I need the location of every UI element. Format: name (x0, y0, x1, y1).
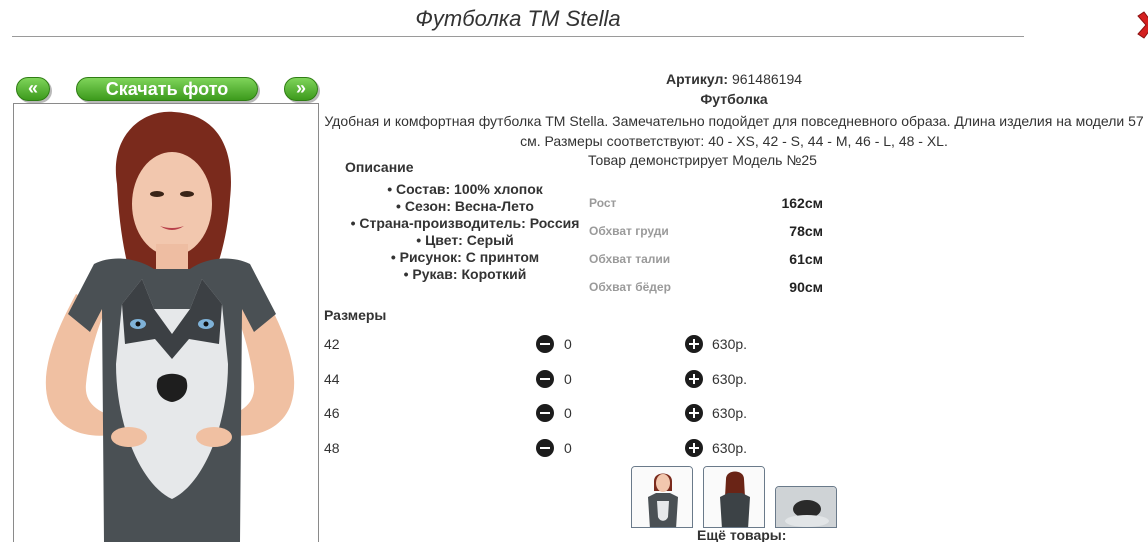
next-photo-button[interactable]: » (284, 77, 318, 101)
prev-photo-button[interactable]: « (16, 77, 50, 101)
sizes-heading: Размеры (324, 307, 387, 323)
measurement-label-waist: Обхват талии (589, 252, 671, 266)
plus-icon[interactable] (685, 404, 703, 422)
size-label: 46 (324, 405, 340, 421)
size-label: 42 (324, 336, 340, 352)
size-price: 630р. (712, 336, 748, 352)
plus-icon[interactable] (685, 370, 703, 388)
measurement-value-chest: 78см (789, 223, 823, 239)
quantity-value: 0 (564, 371, 572, 387)
minus-icon[interactable] (536, 439, 554, 457)
close-icon[interactable] (1134, 8, 1148, 42)
thumbnail-back[interactable] (703, 466, 765, 528)
spec-item: Состав: 100% хлопок (340, 181, 590, 198)
title-divider (12, 36, 1024, 37)
spec-item: Рисунок: С принтом (340, 249, 590, 266)
specs-list: Состав: 100% хлопок Сезон: Весна-Лето Ст… (340, 181, 590, 283)
quantity-value: 0 (564, 440, 572, 456)
article-value: 961486194 (731, 71, 803, 87)
product-type: Футболка (700, 91, 768, 107)
product-photo[interactable] (13, 103, 319, 542)
quantity-value: 0 (564, 405, 572, 421)
more-products-label[interactable]: Ещё товары: (697, 527, 786, 542)
plus-icon[interactable] (685, 439, 703, 457)
page-title: Футболка ТМ Stella (415, 6, 621, 31)
article-label: Артикул: (665, 71, 729, 87)
minus-icon[interactable] (536, 335, 554, 353)
minus-icon[interactable] (536, 370, 554, 388)
size-price: 630р. (712, 440, 748, 456)
size-price: 630р. (712, 371, 748, 387)
plus-icon[interactable] (685, 335, 703, 353)
measurement-label-height: Рост (589, 196, 617, 210)
measurement-value-waist: 61см (789, 251, 823, 267)
spec-item: Цвет: Серый (340, 232, 590, 249)
size-price: 630р. (712, 405, 748, 421)
specs-heading: Описание (345, 159, 414, 175)
thumbnail-front[interactable] (631, 466, 693, 528)
article-line: Артикул: 961486194 (326, 71, 1142, 87)
quantity-value: 0 (564, 336, 572, 352)
spec-item: Рукав: Короткий (340, 266, 590, 283)
spec-item: Страна-производитель: Россия (340, 215, 590, 232)
download-photo-button[interactable]: Скачать фото (76, 77, 258, 101)
thumbnail-detail[interactable] (775, 486, 837, 528)
size-label: 48 (324, 440, 340, 456)
minus-icon[interactable] (536, 404, 554, 422)
measurement-value-height: 162см (781, 195, 823, 211)
product-description: Удобная и комфортная футболка ТМ Stella.… (324, 113, 1144, 149)
size-label: 44 (324, 371, 340, 387)
measurement-value-hips: 90см (789, 279, 823, 295)
spec-item: Сезон: Весна-Лето (340, 198, 590, 215)
measurement-label-hips: Обхват бёдер (589, 280, 671, 294)
measurement-label-chest: Обхват груди (589, 224, 669, 238)
model-demo-text: Товар демонстрирует Модель №25 (588, 152, 817, 168)
